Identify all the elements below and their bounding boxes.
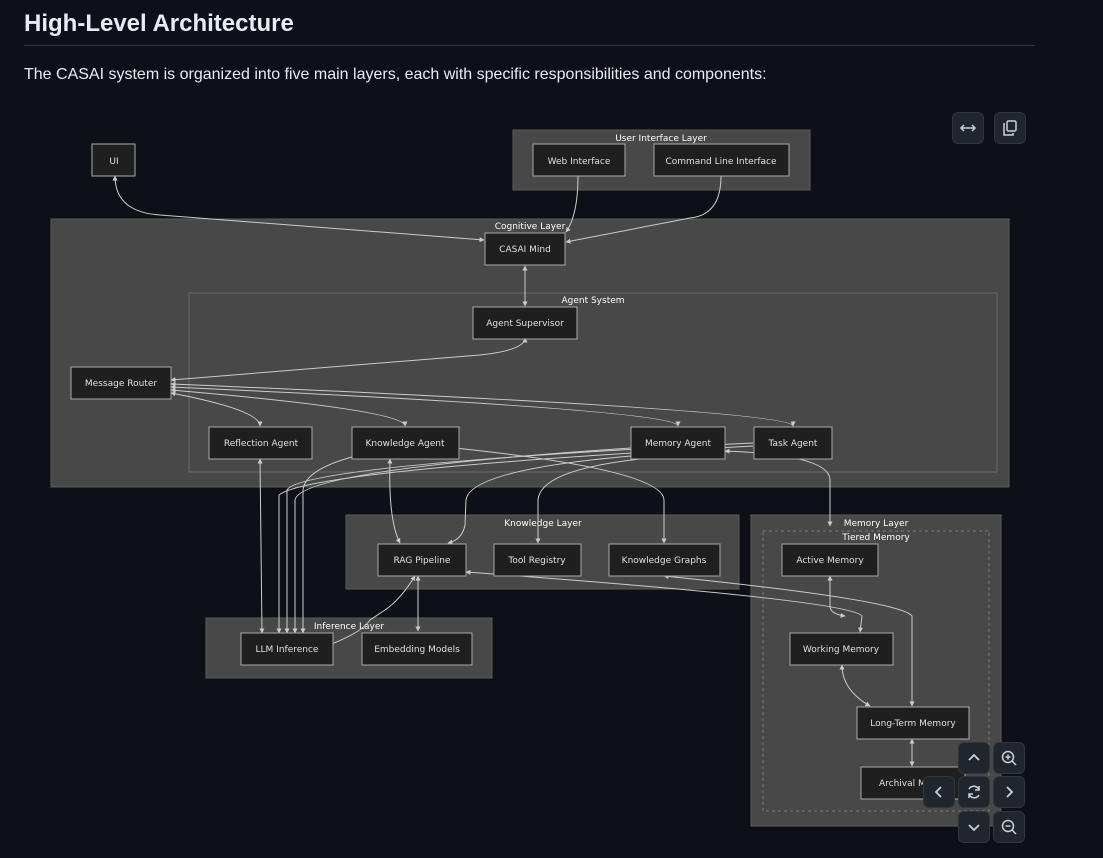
node-message-router: Message Router <box>70 366 172 400</box>
chevron-left-icon <box>934 786 942 798</box>
zoom-out-button[interactable] <box>993 811 1025 843</box>
reset-icon <box>968 785 980 799</box>
svg-text:LLM Inference: LLM Inference <box>256 645 319 655</box>
node-knowledge-graphs: Knowledge Graphs <box>608 543 721 577</box>
node-rag-pipeline: RAG Pipeline <box>377 543 467 577</box>
expand-button[interactable] <box>952 112 984 144</box>
copy-button[interactable] <box>994 112 1026 144</box>
pan-up-button[interactable] <box>958 742 990 774</box>
pan-right-button[interactable] <box>993 776 1025 808</box>
node-task-agent: Task Agent <box>753 426 833 460</box>
inference-layer-label: Inference Layer <box>314 622 385 632</box>
svg-text:Web Interface: Web Interface <box>548 157 611 167</box>
node-memory-agent: Memory Agent <box>630 426 726 460</box>
zoom-in-button[interactable] <box>993 742 1025 774</box>
svg-text:Knowledge Agent: Knowledge Agent <box>366 439 445 449</box>
node-web-interface: Web Interface <box>532 143 626 177</box>
chevron-up-icon <box>968 753 980 761</box>
architecture-diagram: User Interface Layer Cognitive Layer Age… <box>50 129 1010 827</box>
zoom-in-icon <box>1001 750 1017 766</box>
svg-text:Reflection Agent: Reflection Agent <box>224 439 299 449</box>
svg-text:CASAI Mind: CASAI Mind <box>499 245 551 255</box>
node-embedding-models: Embedding Models <box>361 632 473 666</box>
svg-text:Message Router: Message Router <box>85 379 157 389</box>
copy-icon <box>1003 120 1017 136</box>
cognitive-layer-label: Cognitive Layer <box>495 222 566 232</box>
svg-text:UI: UI <box>109 157 118 167</box>
svg-text:Knowledge Graphs: Knowledge Graphs <box>622 556 707 566</box>
node-working-memory: Working Memory <box>789 632 894 666</box>
chevron-right-icon <box>1006 786 1014 798</box>
svg-text:Embedding Models: Embedding Models <box>374 645 460 655</box>
svg-text:Agent Supervisor: Agent Supervisor <box>486 319 564 329</box>
node-ui: UI <box>91 143 136 177</box>
pan-down-button[interactable] <box>958 811 990 843</box>
pan-left-button[interactable] <box>923 776 955 808</box>
node-casai-mind: CASAI Mind <box>484 232 566 266</box>
svg-text:RAG Pipeline: RAG Pipeline <box>394 556 451 566</box>
svg-text:Working Memory: Working Memory <box>803 645 880 655</box>
zoom-out-icon <box>1001 819 1017 835</box>
svg-text:Task Agent: Task Agent <box>768 439 818 449</box>
agent-system-label: Agent System <box>561 296 624 306</box>
svg-text:Long-Term Memory: Long-Term Memory <box>870 719 956 729</box>
node-llm-inference: LLM Inference <box>240 632 334 666</box>
svg-text:Memory Agent: Memory Agent <box>645 439 712 449</box>
memory-layer-label: Memory Layer <box>844 519 909 529</box>
node-active-memory: Active Memory <box>781 543 879 577</box>
ui-layer-label: User Interface Layer <box>615 134 707 144</box>
knowledge-layer-label: Knowledge Layer <box>504 519 582 529</box>
node-agent-supervisor: Agent Supervisor <box>472 306 578 340</box>
tiered-memory-label: Tiered Memory <box>841 533 910 543</box>
svg-text:Tool Registry: Tool Registry <box>507 556 566 566</box>
svg-text:Active Memory: Active Memory <box>796 556 864 566</box>
node-long-term-memory: Long-Term Memory <box>856 706 970 740</box>
chevron-down-icon <box>968 824 980 832</box>
node-cli: Command Line Interface <box>653 143 790 177</box>
reset-button[interactable] <box>958 776 990 808</box>
svg-text:Command Line Interface: Command Line Interface <box>665 157 776 167</box>
node-tool-registry: Tool Registry <box>493 543 582 577</box>
node-knowledge-agent: Knowledge Agent <box>351 426 460 460</box>
node-reflection-agent: Reflection Agent <box>208 426 313 460</box>
expand-icon <box>959 124 977 132</box>
